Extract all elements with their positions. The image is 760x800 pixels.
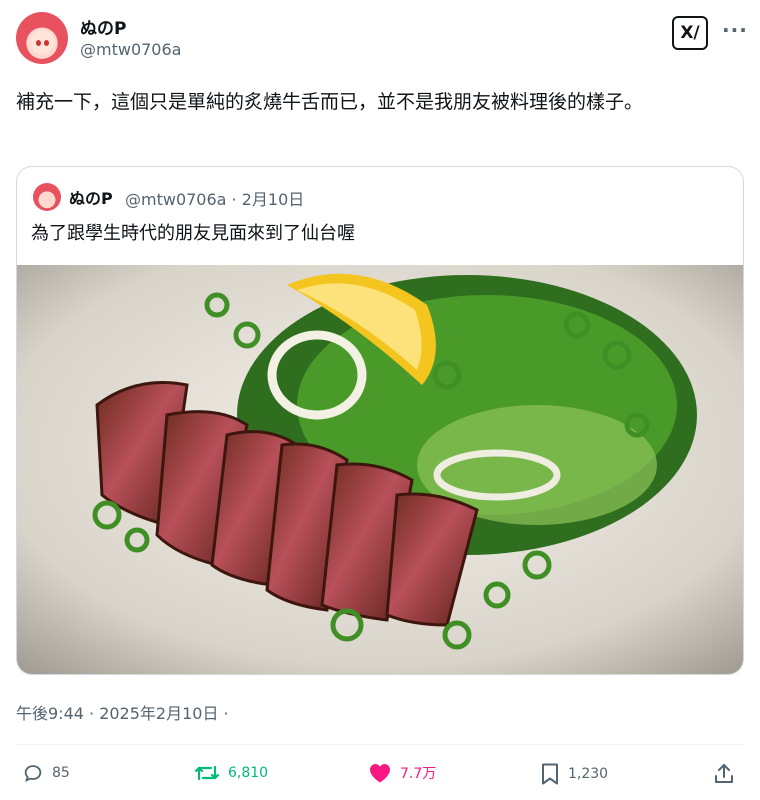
bookmark-icon [542, 763, 558, 785]
quoted-tweet-text: 為了跟學生時代的朋友見面來到了仙台喔 [31, 223, 355, 244]
avatar-face [30, 30, 54, 54]
author-display-name[interactable]: ぬのP [80, 14, 126, 39]
more-options-icon[interactable]: ··· [722, 18, 748, 42]
quoted-author-handle-date: @mtw0706a · 2月10日 [125, 190, 305, 209]
share-button[interactable] [712, 762, 736, 786]
reply-count: 85 [52, 765, 70, 781]
repost-icon [194, 765, 220, 781]
author-avatar[interactable] [16, 12, 68, 64]
like-button[interactable]: 7.7万 [368, 762, 436, 784]
quoted-tweet-card[interactable]: ぬのP @mtw0706a · 2月10日 為了跟學生時代的朋友見面來到了仙台喔 [16, 166, 744, 675]
bookmark-button[interactable]: 1,230 [540, 762, 608, 786]
avatar-eye-right [44, 40, 49, 46]
quoted-author-display-name: ぬのP [69, 189, 113, 208]
author-handle[interactable]: @mtw0706a [80, 40, 181, 59]
reply-icon [24, 765, 42, 783]
divider [16, 744, 744, 745]
repost-count: 6,810 [228, 765, 269, 781]
tweet-text: 補充一下，這個只是單純的炙燒牛舌而已，並不是我朋友被料理後的樣子。 [16, 91, 644, 113]
tweet-timestamp[interactable]: 午後9:44 · 2025年2月10日 · [16, 700, 229, 724]
bookmark-count: 1,230 [568, 766, 609, 782]
like-count: 7.7万 [400, 766, 437, 782]
repost-button[interactable]: 6,810 [194, 762, 268, 784]
quoted-tweet-photo[interactable] [17, 265, 744, 675]
share-icon [715, 764, 733, 783]
grok-icon[interactable]: X/ [672, 16, 708, 50]
quoted-author-avatar[interactable] [33, 183, 61, 211]
reply-button[interactable]: 85 [22, 762, 70, 784]
heart-icon [370, 764, 390, 783]
avatar-eye-left [36, 40, 41, 46]
